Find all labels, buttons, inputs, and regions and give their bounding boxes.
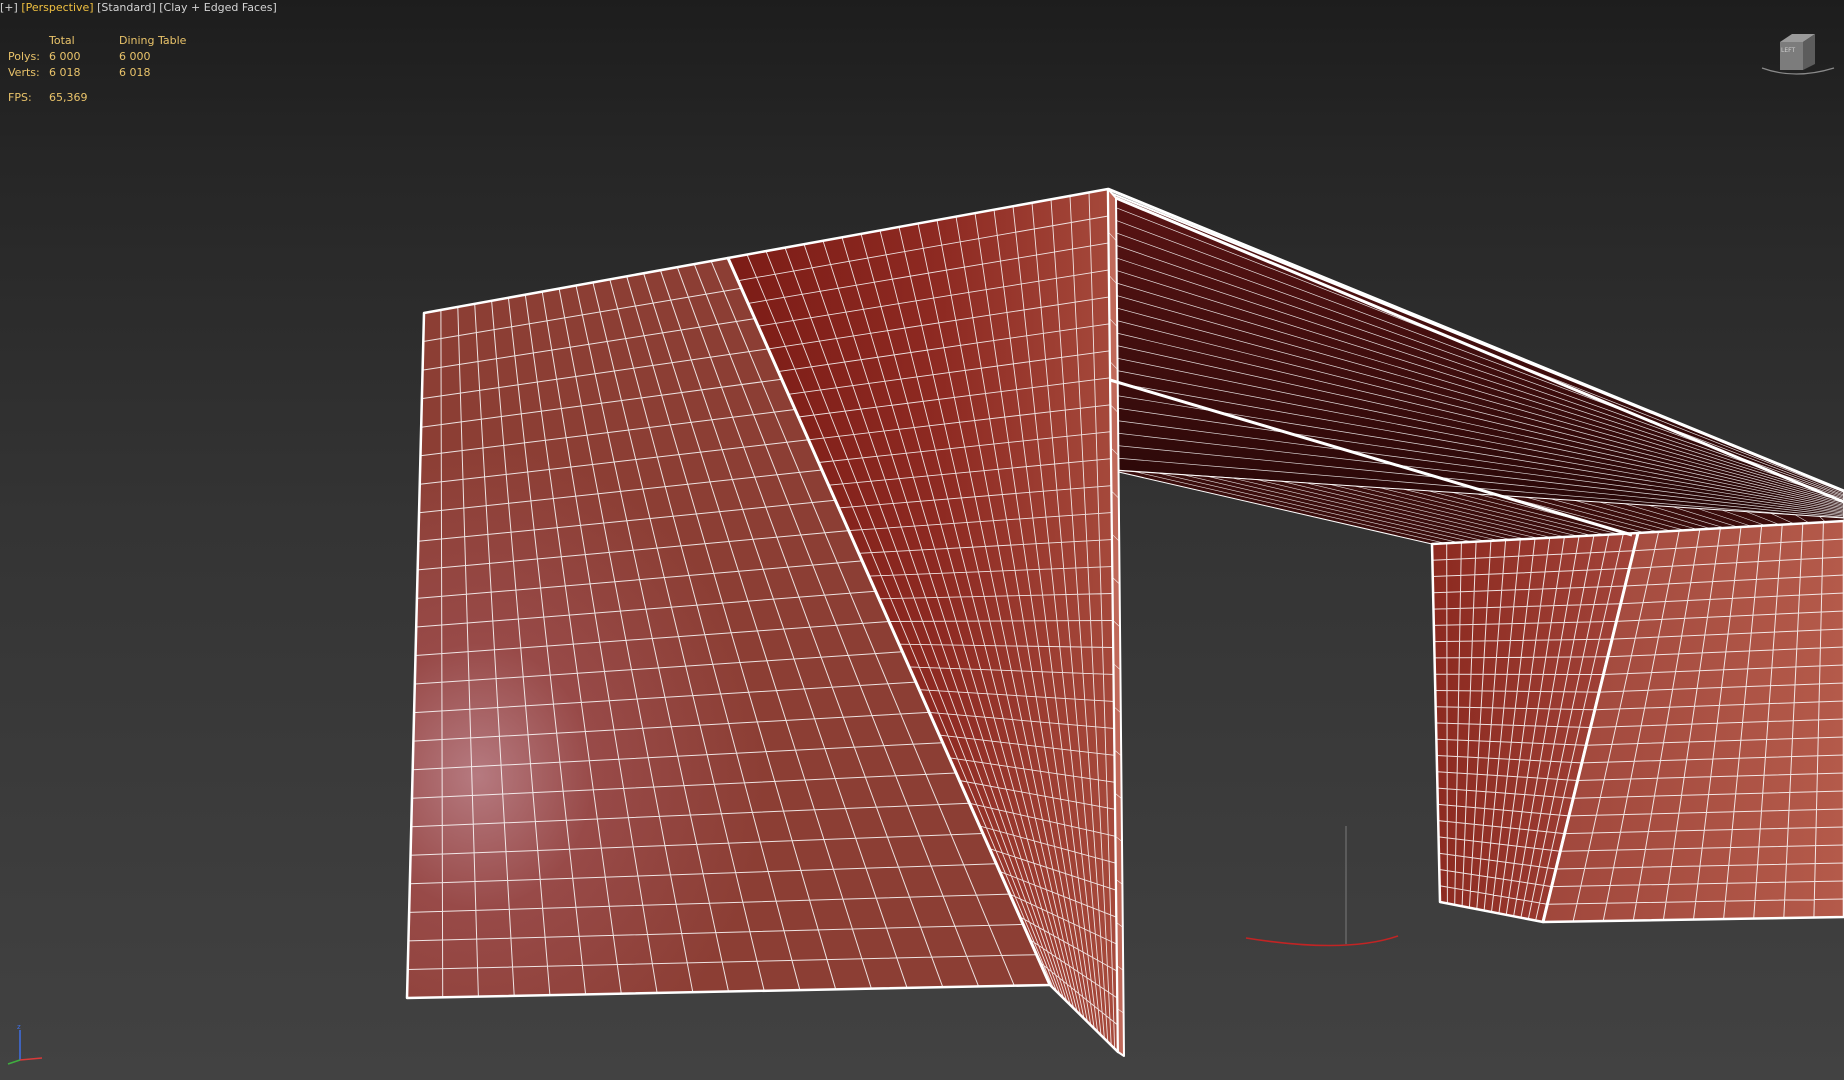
- statistics-selection-value: 6 018: [119, 66, 151, 79]
- viewport-point-of-view-menu[interactable]: [Perspective]: [21, 1, 93, 14]
- fps-value: 65,369: [49, 91, 88, 104]
- statistics-header-row: Total Dining Table: [8, 33, 186, 49]
- statistics-label: Verts:: [8, 66, 40, 79]
- viewport-general-menu[interactable]: [+]: [0, 1, 18, 14]
- viewport-shading-mode-menu[interactable]: [Standard]: [97, 1, 156, 14]
- statistics-total-value: 6 000: [49, 50, 81, 63]
- statistics-header-blank: [8, 33, 49, 49]
- fps-label: FPS:: [8, 91, 32, 104]
- axis-tripod-icon: z: [7, 1023, 43, 1065]
- statistics-selection-value: 6 000: [119, 50, 151, 63]
- statistics-row-verts: Verts: 6 018 6 018: [8, 65, 186, 81]
- svg-text:LEFT: LEFT: [1781, 47, 1795, 54]
- statistics-total-value: 6 018: [49, 66, 81, 79]
- svg-text:z: z: [17, 1023, 21, 1031]
- statistics-table: Total Dining Table Polys: 6 000 6 000 Ve…: [8, 33, 186, 81]
- viewport-label-menu: [+] [Perspective] [Standard] [Clay + Edg…: [0, 1, 277, 14]
- statistics-row-polys: Polys: 6 000 6 000: [8, 49, 186, 65]
- statistics-header-total: Total: [49, 34, 75, 47]
- statistics-overlay: Total Dining Table Polys: 6 000 6 000 Ve…: [8, 33, 186, 104]
- pivot-gizmo-icon: [1245, 826, 1399, 947]
- dining-table-mesh[interactable]: [405, 187, 1844, 1057]
- scene-3d-canvas[interactable]: z: [0, 0, 1844, 1080]
- statistics-header-selection: Dining Table: [119, 34, 187, 47]
- viewport-display-style-menu[interactable]: [Clay + Edged Faces]: [159, 1, 277, 14]
- viewcube-icon[interactable]: LEFT: [1750, 28, 1840, 78]
- viewport-perspective[interactable]: [+] [Perspective] [Standard] [Clay + Edg…: [0, 0, 1844, 1080]
- fps-readout: FPS: 65,369: [8, 91, 186, 104]
- statistics-label: Polys:: [8, 50, 40, 63]
